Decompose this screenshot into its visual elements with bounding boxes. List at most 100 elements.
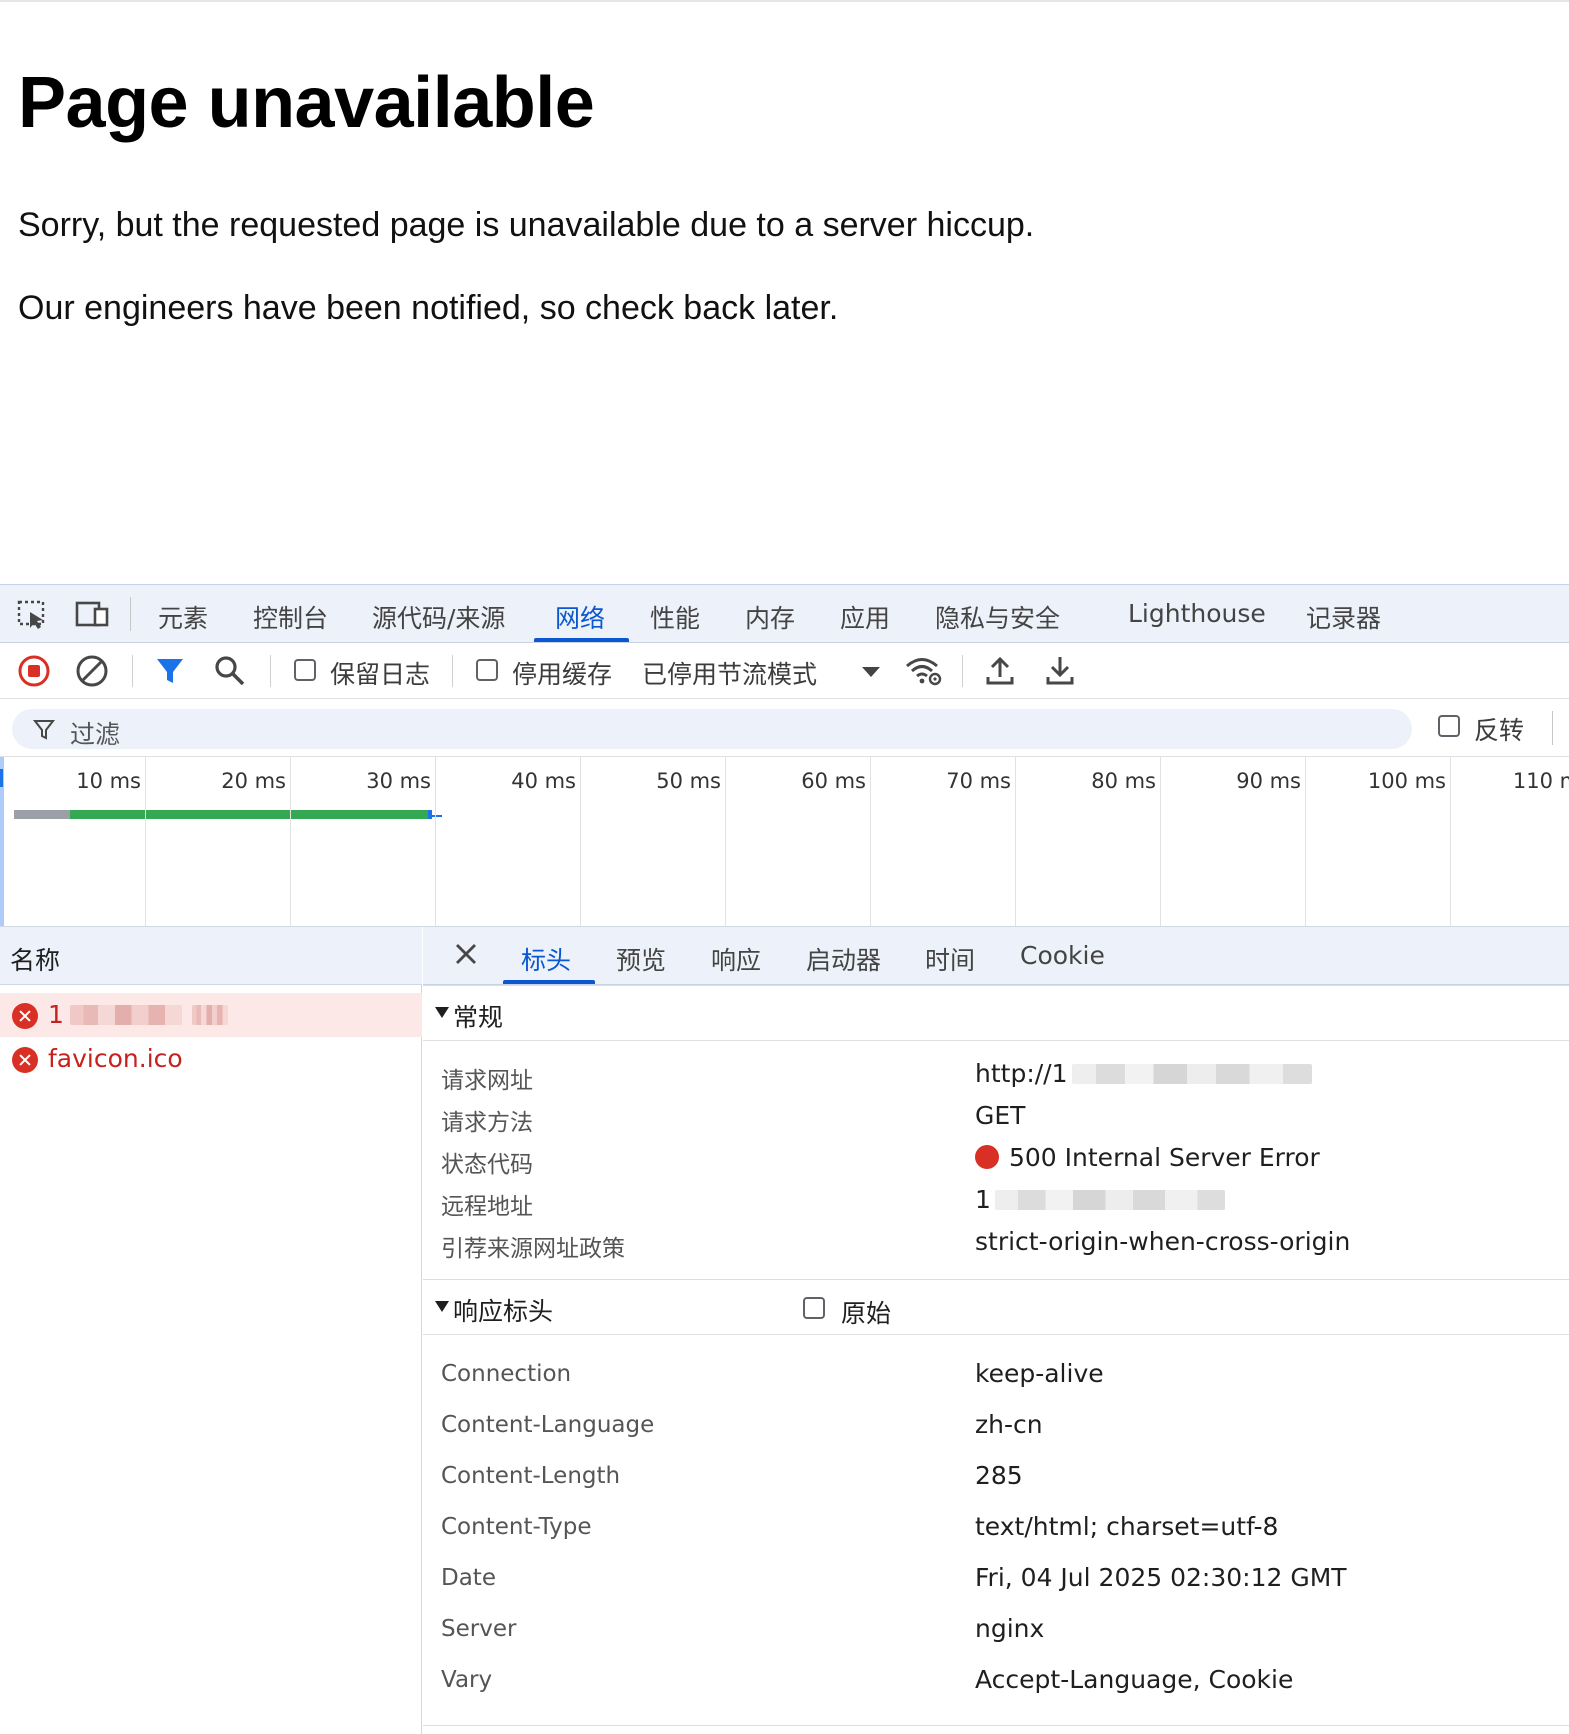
redacted-text	[1071, 1064, 1312, 1084]
section-general-header[interactable]: 常规	[423, 985, 1569, 1041]
timeline-marker	[432, 815, 442, 817]
header-key: Content-Type	[441, 1514, 592, 1540]
request-name: 1	[48, 1000, 228, 1029]
active-detail-tab-indicator	[503, 980, 595, 984]
header-value: 285	[975, 1461, 1023, 1490]
timeline-tick-label: 90 ms	[1236, 769, 1301, 793]
general-key: 远程地址	[441, 1194, 533, 1220]
request-row[interactable]: favicon.ico	[0, 1037, 422, 1081]
upload-icon[interactable]	[982, 653, 1018, 689]
raw-headers-checkbox[interactable]	[803, 1297, 825, 1319]
toolbar-separator	[270, 655, 271, 687]
timeline-tick-label: 10 ms	[76, 769, 141, 793]
tab-privacy-security[interactable]: 隐私与安全	[935, 599, 1060, 635]
header-value: text/html; charset=utf-8	[975, 1512, 1279, 1541]
header-key: Content-Length	[441, 1463, 621, 1489]
download-icon[interactable]	[1042, 653, 1078, 689]
inspect-element-icon[interactable]	[16, 599, 50, 629]
disable-cache-label: 停用缓存	[512, 660, 613, 689]
tab-elements[interactable]: 元素	[158, 599, 208, 635]
timeline-handle[interactable]	[0, 769, 3, 787]
header-value: keep-alive	[975, 1359, 1104, 1388]
network-conditions-icon[interactable]	[904, 653, 942, 689]
device-toolbar-icon[interactable]	[74, 599, 109, 629]
clear-icon[interactable]	[74, 653, 110, 689]
search-icon[interactable]	[212, 653, 248, 689]
raw-headers-label: 原始	[841, 1299, 892, 1328]
tab-preview[interactable]: 预览	[616, 941, 666, 977]
page-heading: Page unavailable	[18, 63, 595, 143]
timeline-gridline	[435, 757, 436, 926]
tab-timing[interactable]: 时间	[925, 941, 975, 977]
header-key: Server	[441, 1616, 517, 1642]
header-key: Vary	[441, 1667, 493, 1693]
active-tab-indicator	[534, 638, 629, 642]
toolbar-separator	[132, 655, 133, 687]
timeline-tick-label: 100 ms	[1367, 769, 1446, 793]
timeline-gridline	[1305, 757, 1306, 926]
timeline-tick-label: 30 ms	[366, 769, 431, 793]
tab-application[interactable]: 应用	[840, 599, 890, 635]
referrer-policy-value: strict-origin-when-cross-origin	[975, 1227, 1351, 1256]
header-value: Fri, 04 Jul 2025 02:30:12 GMT	[975, 1563, 1347, 1592]
filter-icon[interactable]	[152, 653, 188, 689]
section-response-headers-title: 响应标头	[453, 1297, 554, 1326]
header-value: nginx	[975, 1614, 1045, 1643]
timeline-tick-label: 70 ms	[946, 769, 1011, 793]
tab-console[interactable]: 控制台	[253, 599, 328, 635]
chevron-down-icon[interactable]	[862, 667, 880, 677]
tab-cookies[interactable]: Cookie	[1020, 941, 1105, 970]
filter-input[interactable]: 过滤	[12, 709, 1412, 749]
redacted-text	[69, 1005, 182, 1025]
devtools-tabbar: 元素 控制台 源代码/来源 网络 性能 内存 应用 隐私与安全 Lighthou…	[0, 585, 1569, 643]
tab-initiator[interactable]: 启动器	[806, 941, 881, 977]
timeline-waiting-bar	[14, 810, 70, 819]
request-row[interactable]: 1	[0, 993, 422, 1037]
header-key: Connection	[441, 1361, 572, 1387]
tab-memory[interactable]: 内存	[745, 599, 795, 635]
timeline-tick-label: 80 ms	[1091, 769, 1156, 793]
request-url-value: http://1	[975, 1059, 1312, 1088]
disable-cache-checkbox[interactable]	[476, 659, 498, 681]
page-content: Page unavailable Sorry, but the requeste…	[0, 0, 1569, 584]
invert-checkbox[interactable]	[1438, 715, 1460, 737]
stop-recording-icon[interactable]	[16, 653, 52, 689]
toolbar-separator	[962, 655, 963, 687]
page-paragraph-1: Sorry, but the requested page is unavail…	[18, 206, 1035, 244]
devtools-panel: 元素 控制台 源代码/来源 网络 性能 内存 应用 隐私与安全 Lighthou…	[0, 584, 1569, 1734]
section-divider	[423, 1725, 1569, 1726]
tab-headers[interactable]: 标头	[521, 941, 571, 977]
section-general-title: 常规	[453, 1003, 504, 1032]
preserve-log-label: 保留日志	[330, 660, 431, 689]
tab-network[interactable]: 网络	[555, 599, 605, 635]
detail-tabbar: 标头 预览 响应 启动器 时间 Cookie	[423, 927, 1569, 985]
general-key: 请求网址	[441, 1068, 533, 1094]
network-overview-timeline[interactable]: 10 ms 20 ms 30 ms 40 ms 50 ms 60 ms 70 ms 80 ms…	[0, 757, 1569, 927]
close-icon[interactable]	[451, 939, 481, 969]
tab-performance[interactable]: 性能	[650, 599, 700, 635]
timeline-gridline	[1450, 757, 1451, 926]
status-code-value: 500 Internal Server Error	[975, 1143, 1320, 1172]
tab-sources[interactable]: 源代码/来源	[372, 599, 505, 635]
tab-response[interactable]: 响应	[711, 941, 761, 977]
timeline-download-bar	[70, 810, 428, 819]
request-list-header[interactable]: 名称	[0, 927, 422, 985]
timeline-gridline	[725, 757, 726, 926]
redacted-text	[994, 1190, 1225, 1210]
request-detail-panel: 标头 预览 响应 启动器 时间 Cookie 常规 请求网址 http://1 …	[423, 927, 1569, 1734]
general-key: 引荐来源网址政策	[441, 1236, 625, 1262]
triangle-down-icon	[435, 1007, 449, 1018]
header-key: Date	[441, 1565, 496, 1591]
filter-funnel-icon	[32, 717, 56, 741]
filter-bar: 过滤 反转	[0, 699, 1569, 757]
general-key: 请求方法	[441, 1110, 533, 1136]
filter-placeholder: 过滤	[70, 720, 121, 749]
tab-recorder[interactable]: 记录器	[1306, 599, 1381, 635]
timeline-gridline	[870, 757, 871, 926]
section-response-headers-header[interactable]: 响应标头 原始	[423, 1279, 1569, 1335]
timeline-tick-label: 40 ms	[511, 769, 576, 793]
throttling-select[interactable]: 已停用节流模式	[642, 655, 817, 691]
tab-lighthouse[interactable]: Lighthouse	[1128, 599, 1266, 628]
preserve-log-checkbox[interactable]	[294, 659, 316, 681]
triangle-down-icon	[435, 1301, 449, 1312]
